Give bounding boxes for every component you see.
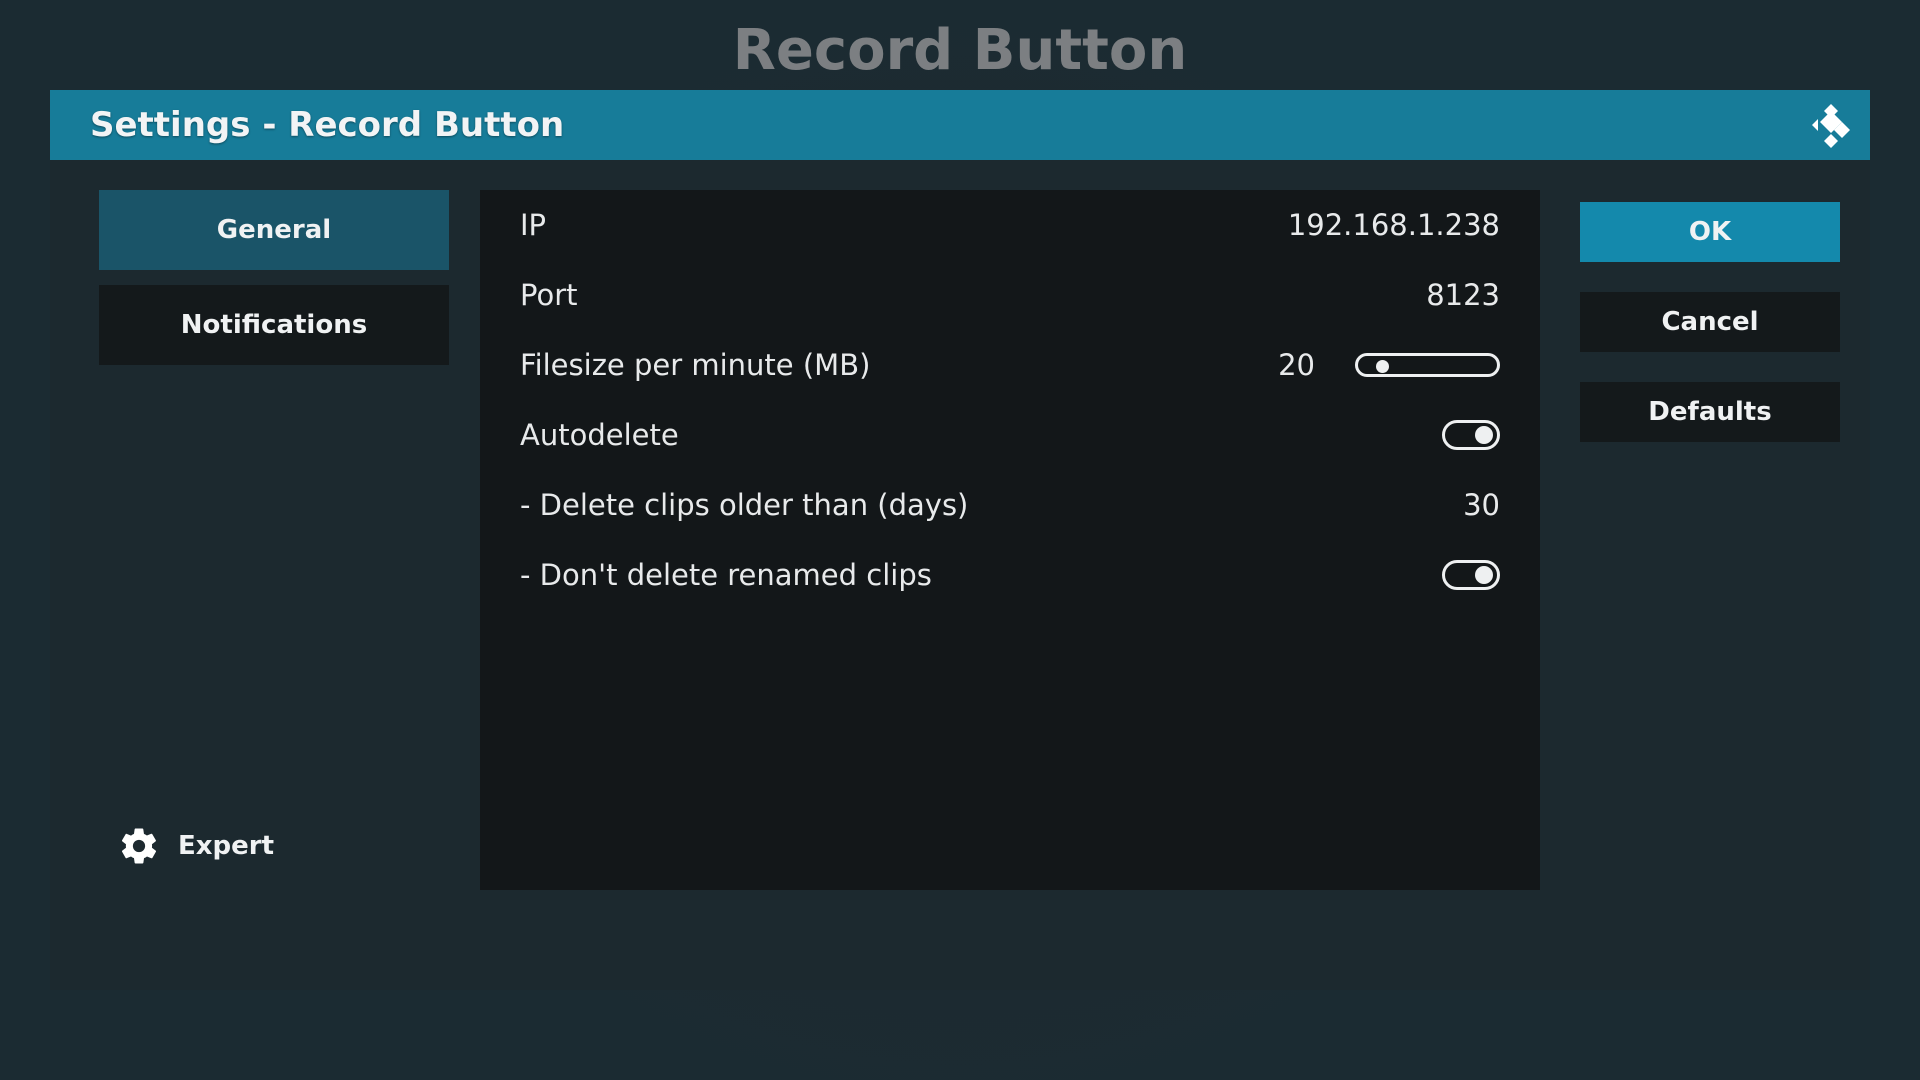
keep-renamed-toggle[interactable] xyxy=(1442,560,1500,590)
setting-row-autodelete[interactable]: Autodelete xyxy=(520,400,1500,470)
settings-dialog: Settings - Record Button General Notific… xyxy=(50,90,1870,990)
setting-value: 30 xyxy=(1463,488,1500,522)
toggle-knob xyxy=(1475,426,1493,444)
setting-row-port[interactable]: Port 8123 xyxy=(520,260,1500,330)
setting-label: - Don't delete renamed clips xyxy=(520,558,932,592)
autodelete-toggle[interactable] xyxy=(1442,420,1500,450)
kodi-logo-icon xyxy=(1812,104,1850,148)
setting-value: 192.168.1.238 xyxy=(1287,208,1500,242)
setting-row-filesize[interactable]: Filesize per minute (MB) 20 xyxy=(520,330,1500,400)
setting-label: - Delete clips older than (days) xyxy=(520,488,969,522)
settings-level-label: Expert xyxy=(178,831,275,861)
settings-level-button[interactable]: Expert xyxy=(118,825,274,867)
filesize-slider[interactable] xyxy=(1355,353,1500,377)
setting-row-delete-older[interactable]: - Delete clips older than (days) 30 xyxy=(520,470,1500,540)
background-title: Record Button xyxy=(732,18,1188,83)
ok-button[interactable]: OK xyxy=(1580,202,1840,262)
defaults-button[interactable]: Defaults xyxy=(1580,382,1840,442)
toggle-knob xyxy=(1475,566,1493,584)
dialog-buttons: OK Cancel Defaults xyxy=(1580,202,1840,472)
dialog-header: Settings - Record Button xyxy=(50,90,1870,160)
setting-row-ip[interactable]: IP 192.168.1.238 xyxy=(520,190,1500,260)
setting-label: Autodelete xyxy=(520,418,679,452)
setting-label: IP xyxy=(520,208,547,242)
tab-notifications[interactable]: Notifications xyxy=(99,285,449,365)
setting-row-keep-renamed[interactable]: - Don't delete renamed clips xyxy=(520,540,1500,610)
setting-value: 20 xyxy=(1278,348,1315,382)
tab-general[interactable]: General xyxy=(99,190,449,270)
filesize-control: 20 xyxy=(1278,348,1500,382)
setting-value: 8123 xyxy=(1426,278,1500,312)
setting-label: Port xyxy=(520,278,578,312)
cancel-button[interactable]: Cancel xyxy=(1580,292,1840,352)
setting-label: Filesize per minute (MB) xyxy=(520,348,871,382)
slider-knob[interactable] xyxy=(1376,360,1389,373)
dialog-title: Settings - Record Button xyxy=(90,105,565,145)
settings-list: IP 192.168.1.238 Port 8123 Filesize per … xyxy=(480,190,1540,890)
category-list: General Notifications xyxy=(99,190,449,380)
gear-icon xyxy=(121,828,157,864)
